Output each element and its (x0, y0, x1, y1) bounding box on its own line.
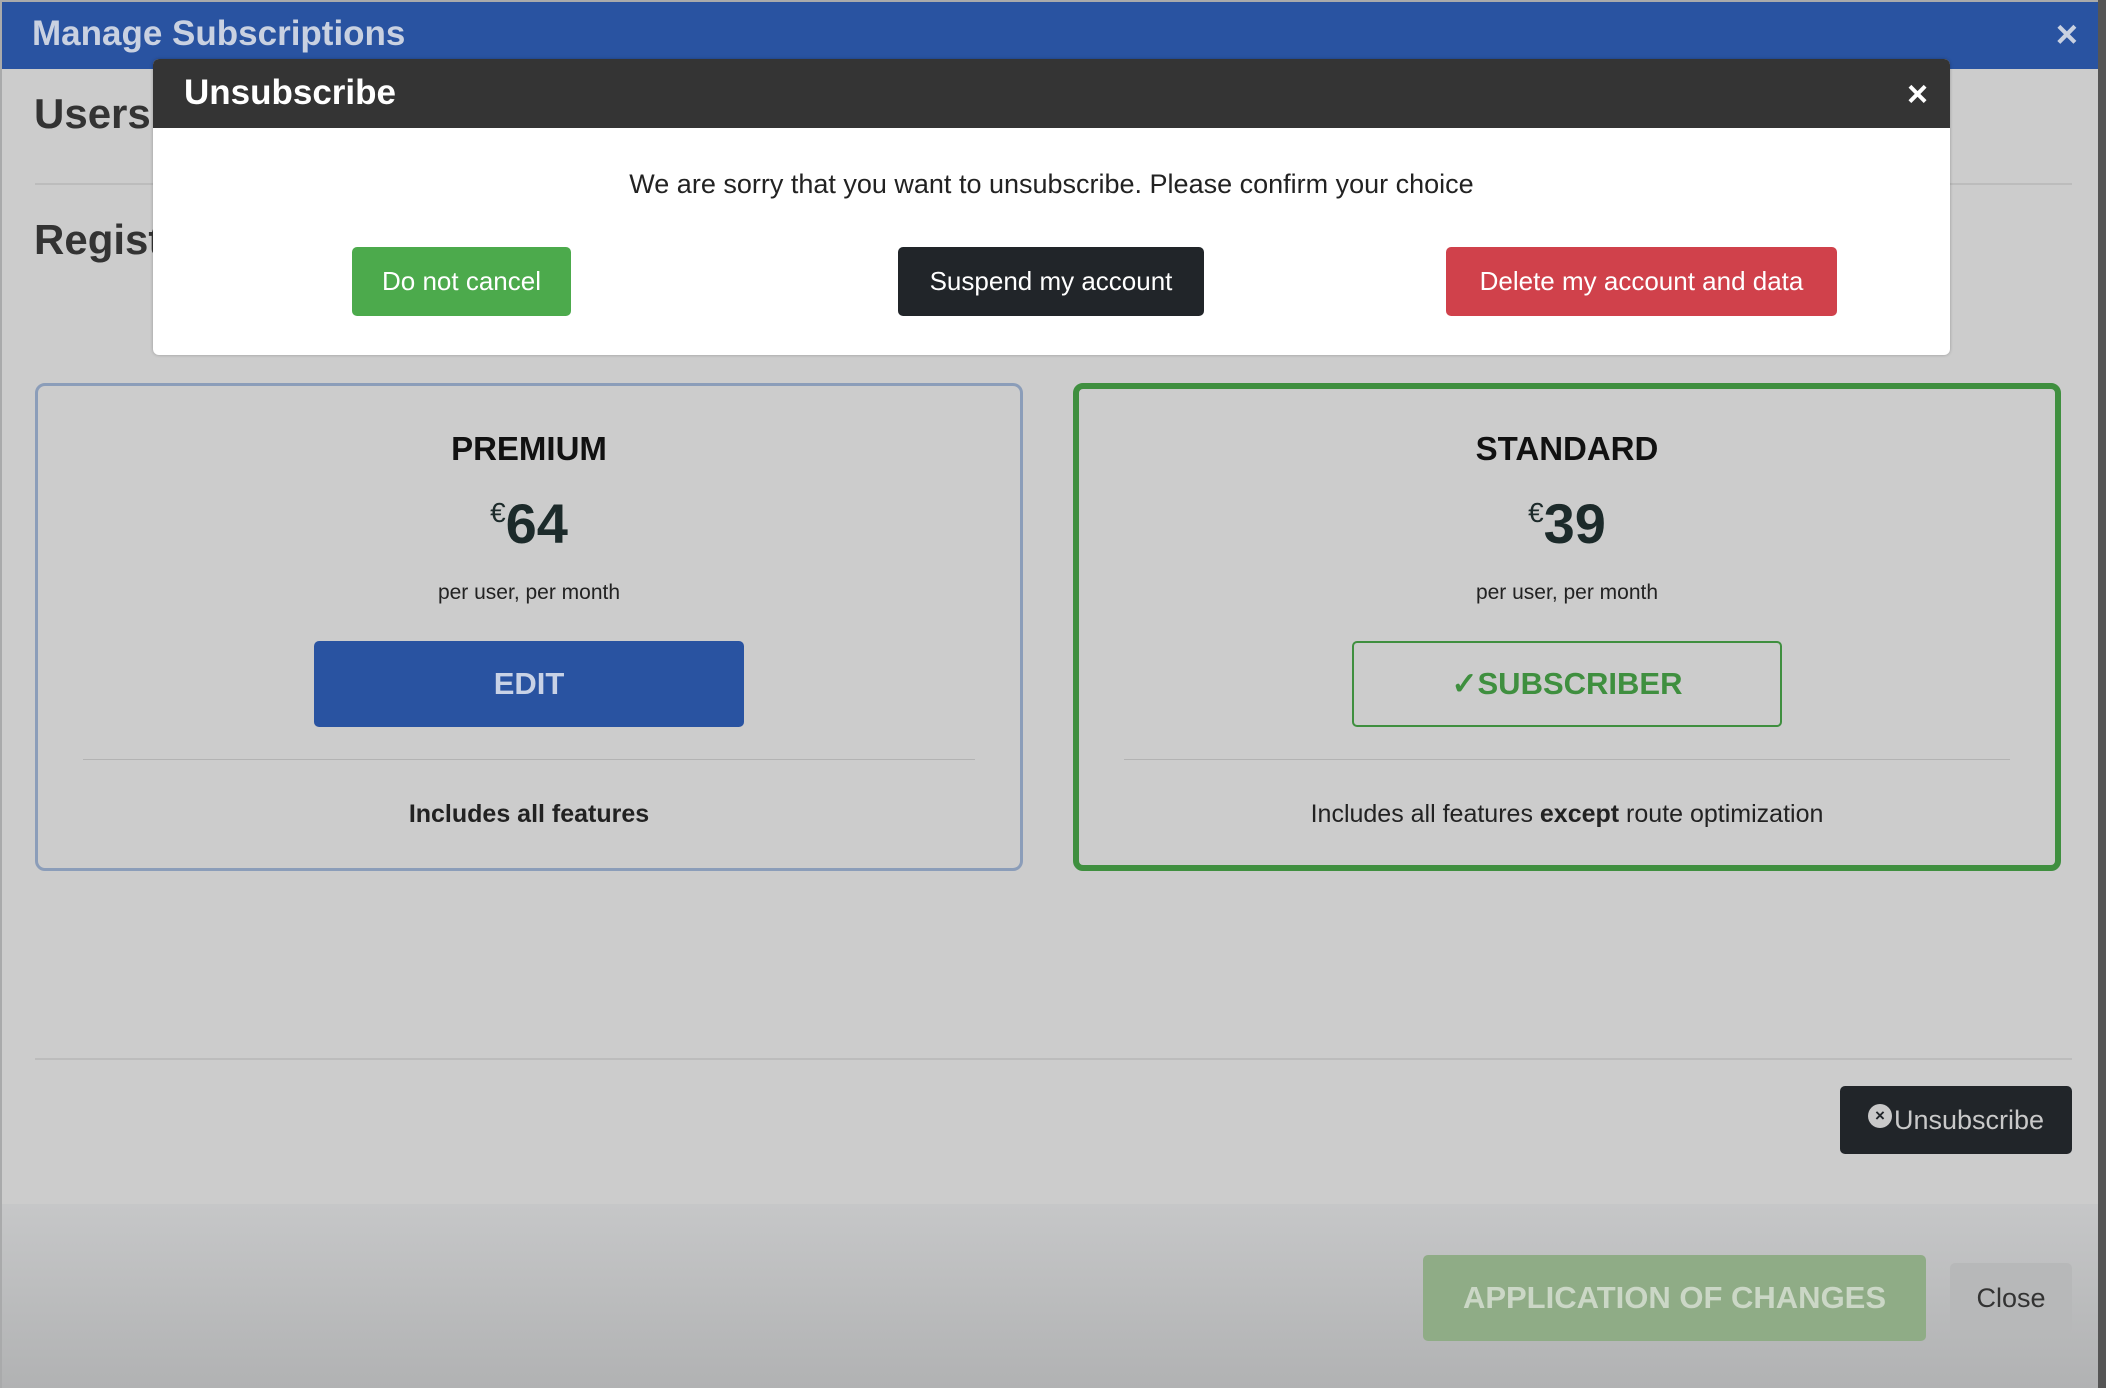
plan-period: per user, per month (1475, 581, 1659, 604)
suspend-account-button[interactable]: Suspend my account (898, 247, 1204, 316)
plan-card-premium: PREMIUM €64 per user, per month EDIT Inc… (35, 383, 1023, 871)
modal-title: Unsubscribe (184, 73, 396, 112)
do-not-cancel-button[interactable]: Do not cancel (352, 247, 571, 316)
registration-heading: Regist (34, 216, 163, 263)
plan-divider (83, 759, 975, 760)
apply-changes-button[interactable]: APPLICATION OF CHANGES (1423, 1255, 1926, 1341)
plan-features: Includes all features (38, 800, 1020, 829)
features-text: Includes all features (1310, 800, 1540, 828)
modal-message: We are sorry that you want to unsubscrib… (629, 169, 1474, 199)
check-icon: ✓ (1451, 666, 1478, 701)
plan-name: PREMIUM (451, 430, 607, 467)
plan-name: STANDARD (1475, 430, 1659, 467)
plan-features: Includes all features except route optim… (1079, 800, 2055, 829)
users-heading: Users (34, 90, 151, 137)
plan-price: €64 (38, 491, 1020, 556)
modal-header: Unsubscribe × (153, 59, 1950, 128)
plan-card-standard: STANDARD €39 per user, per month ✓ SUBSCR… (1073, 383, 2061, 871)
currency-symbol: € (490, 497, 506, 528)
subscriber-button[interactable]: ✓ SUBSCRIBER (1352, 641, 1782, 727)
modal-close-icon[interactable]: × (1907, 76, 1928, 112)
plan-divider (1124, 759, 2010, 760)
x-circle-icon: × (1867, 1104, 1892, 1128)
unsubscribe-modal: Unsubscribe × We are sorry that you want… (153, 59, 1950, 355)
subscriber-label: SUBSCRIBER (1477, 666, 1683, 701)
close-button[interactable]: Close (1950, 1263, 2072, 1333)
window-edge (2098, 0, 2106, 1388)
price-amount: 64 (505, 492, 568, 555)
close-icon[interactable]: × (2056, 16, 2078, 54)
section-divider (35, 1058, 2072, 1060)
features-text-end: route optimization (1619, 800, 1824, 828)
features-text: Includes all features (408, 800, 650, 828)
dialog-title: Manage Subscriptions (32, 14, 406, 53)
plan-price: €39 (1079, 491, 2055, 556)
unsubscribe-label: Unsubscribe (1893, 1104, 2045, 1135)
edit-plan-button[interactable]: EDIT (314, 641, 744, 727)
plan-period: per user, per month (437, 581, 621, 604)
features-emphasis: except (1539, 800, 1620, 828)
delete-account-button[interactable]: Delete my account and data (1446, 247, 1837, 316)
price-amount: 39 (1543, 492, 1606, 555)
unsubscribe-button[interactable]: × Unsubscribe (1840, 1086, 2072, 1154)
currency-symbol: € (1528, 497, 1544, 528)
